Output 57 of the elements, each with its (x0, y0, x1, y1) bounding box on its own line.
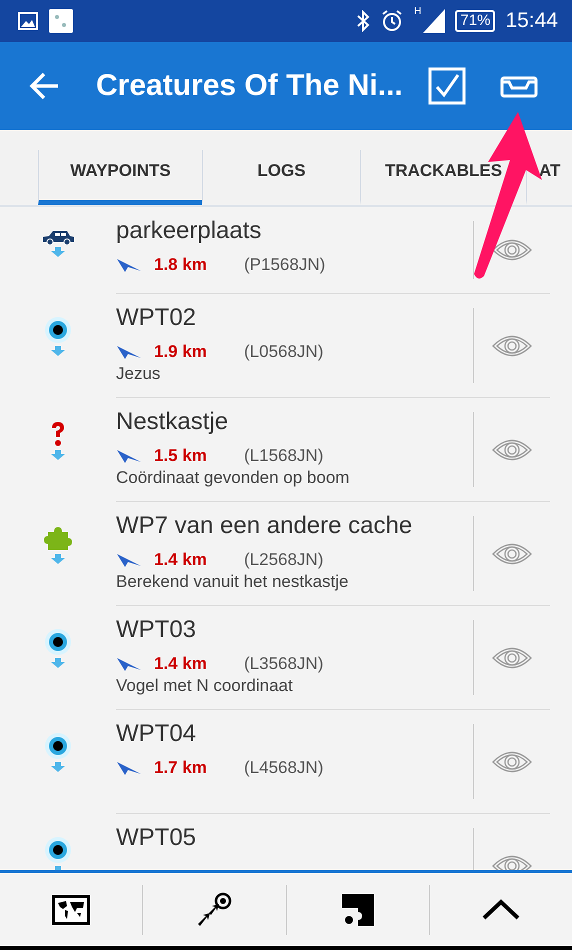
tab[interactable]: LOGS (202, 150, 360, 205)
caret-icon (51, 247, 65, 257)
direction-arrow-icon (116, 656, 142, 672)
waypoint-note: Jezus (116, 364, 162, 384)
distance: 1.5 km (154, 446, 208, 466)
direction-arrow-icon (116, 448, 142, 464)
target-icon (44, 732, 72, 760)
waypoint-name: Nestkastje (116, 408, 230, 436)
image-icon (18, 12, 38, 30)
caret-icon (51, 658, 65, 668)
distance: 1.9 km (154, 342, 208, 362)
app-icon (48, 8, 74, 34)
waypoint-note: Berekend vanuit het nestkastje (116, 572, 350, 592)
waypoint-code: (L0568JN) (244, 342, 324, 362)
alarm-icon (380, 9, 404, 33)
world-map-icon (52, 894, 90, 924)
waypoint-code: (L4568JN) (244, 758, 324, 778)
arrows-to-target-icon (196, 892, 232, 928)
clock: 15:44 (505, 9, 558, 33)
bluetooth-icon (356, 10, 370, 32)
puzzle-question-icon (340, 892, 376, 928)
caret-icon (51, 346, 65, 356)
direction-arrow-icon (116, 344, 142, 360)
distance: 1.8 km (154, 255, 208, 275)
target-icon (44, 836, 72, 864)
waypoint-note: Coördinaat gevonden op boom (116, 468, 350, 488)
waypoint-code: (P1568JN) (244, 255, 326, 275)
waypoint-name: WPT05 (116, 824, 198, 852)
waypoint-code: (L1568JN) (244, 446, 324, 466)
battery-level: 71% (455, 10, 496, 32)
waypoint-note: Vogel met N coordinaat (116, 676, 294, 696)
direction-arrow-icon (116, 257, 142, 273)
waypoint-code: (L3568JN) (244, 654, 324, 674)
waypoint-name: WPT02 (116, 304, 198, 332)
caret-icon (51, 450, 65, 460)
cache-title: Creatures Of The Ni... (96, 69, 404, 103)
waypoint-name: WPT04 (116, 720, 198, 748)
network-type: H (414, 6, 422, 17)
checkbox-icon[interactable] (428, 67, 466, 105)
caret-icon (51, 554, 65, 564)
direction-arrow-icon (116, 552, 142, 568)
caret-icon (51, 762, 65, 772)
car-icon (41, 229, 75, 245)
target-icon (44, 628, 72, 656)
chevron-up-icon (480, 898, 521, 920)
waypoint-name: WP7 van een andere cache (116, 512, 414, 540)
signal-icon (423, 9, 446, 33)
target-icon (44, 316, 72, 344)
waypoint-code: (L2568JN) (244, 550, 324, 570)
eye-icon[interactable] (491, 237, 533, 263)
direction-arrow-icon (116, 760, 142, 776)
waypoint-name: WPT03 (116, 616, 198, 644)
puzzle-icon (44, 524, 72, 552)
distance: 1.7 km (154, 758, 208, 778)
distance: 1.4 km (154, 654, 208, 674)
distance: 1.4 km (154, 550, 208, 570)
waypoint-name: parkeerplaats (116, 217, 262, 245)
